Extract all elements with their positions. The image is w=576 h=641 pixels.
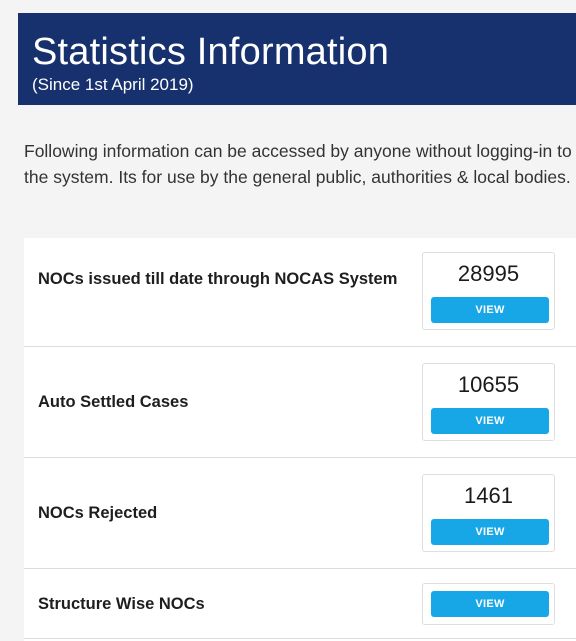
stat-count-box-nocs-issued: 28995 VIEW — [422, 252, 555, 330]
stat-row-nocs-issued: NOCs issued till date through NOCAS Syst… — [24, 238, 576, 347]
stat-label-nocs-rejected: NOCs Rejected — [38, 504, 158, 522]
page-title: Statistics Information — [32, 31, 390, 73]
stat-count-box-nocs-rejected: 1461 VIEW — [422, 474, 555, 552]
stat-label-auto-settled: Auto Settled Cases — [38, 393, 189, 411]
stat-row-nocs-rejected: NOCs Rejected 1461 VIEW — [24, 458, 576, 569]
intro-text: Following information can be accessed by… — [24, 141, 572, 187]
stat-label-nocs-issued: NOCs issued till date through NOCAS Syst… — [38, 270, 398, 288]
view-nocs-rejected-button[interactable]: VIEW — [431, 519, 549, 545]
stat-count-box-structure-wise: VIEW — [422, 583, 555, 625]
stat-count-auto-settled: 10655 — [457, 372, 520, 397]
view-auto-settled-button[interactable]: VIEW — [431, 408, 549, 434]
stats-list: NOCs issued till date through NOCAS Syst… — [24, 238, 576, 641]
stat-count-box-auto-settled: 10655 VIEW — [422, 363, 555, 441]
stat-count-nocs-issued: 28995 — [457, 261, 520, 286]
statistics-header: Statistics Information (Since 1st April … — [18, 13, 576, 105]
stat-row-structure-wise: Structure Wise NOCs VIEW — [24, 569, 576, 639]
stat-count-nocs-rejected: 1461 — [464, 483, 513, 508]
stat-label-structure-wise: Structure Wise NOCs — [38, 595, 205, 613]
stat-row-auto-settled: Auto Settled Cases 10655 VIEW — [24, 347, 576, 458]
view-structure-wise-button[interactable]: VIEW — [431, 591, 549, 617]
statistics-page: Statistics Information (Since 1st April … — [0, 0, 576, 641]
view-nocs-issued-button[interactable]: VIEW — [431, 297, 549, 323]
page-subtitle: (Since 1st April 2019) — [32, 75, 194, 94]
